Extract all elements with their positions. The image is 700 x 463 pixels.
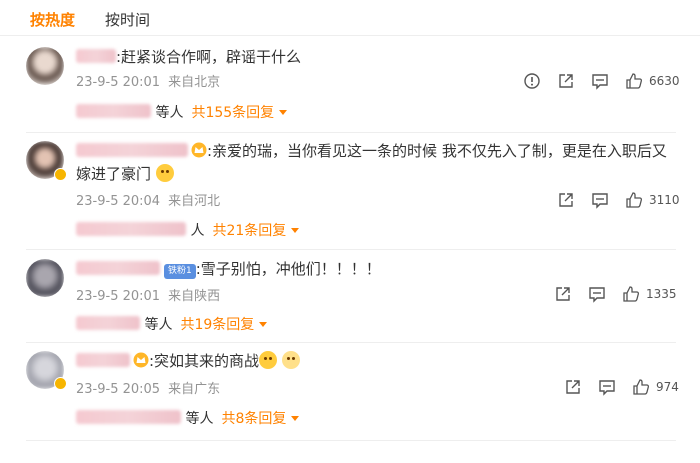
emoji-icon	[259, 351, 278, 369]
like-button[interactable]: 3110	[625, 191, 680, 209]
replier-blurred[interactable]	[76, 410, 181, 424]
like-button[interactable]: 6630	[625, 72, 680, 90]
comment-actions: 6630	[507, 71, 680, 91]
divider	[26, 440, 676, 441]
tab-by-popularity[interactable]: 按热度	[30, 9, 75, 30]
report-icon	[524, 73, 540, 89]
comment-text: :突如其来的商战	[76, 350, 300, 373]
reply-button[interactable]	[591, 72, 609, 90]
comment-time: 23-9-5 20:01	[76, 289, 161, 304]
comment-location: 来自广东	[168, 382, 221, 397]
share-icon	[556, 287, 570, 301]
reply-button[interactable]	[598, 378, 616, 396]
comment-actions: 974	[548, 377, 679, 397]
avatar[interactable]	[26, 259, 64, 297]
username-blurred[interactable]	[76, 143, 188, 157]
chevron-down-icon	[279, 110, 288, 115]
share-icon	[559, 74, 573, 88]
divider	[26, 249, 676, 250]
verified-badge	[54, 168, 67, 181]
comment-text-line2: 嫁进了豪门	[76, 163, 174, 186]
username-blurred[interactable]	[76, 261, 160, 275]
comment-icon	[589, 287, 605, 303]
comment-time: 23-9-5 20:01	[76, 75, 161, 90]
like-icon	[623, 286, 639, 302]
comment-meta: 23-9-5 20:04 来自河北	[76, 190, 220, 209]
share-icon	[566, 380, 580, 394]
like-count: 3110	[649, 193, 680, 207]
comment-meta: 23-9-5 20:05 来自广东	[76, 378, 220, 397]
share-button[interactable]	[557, 72, 575, 90]
emoji-icon	[281, 351, 300, 369]
comment-actions: 1335	[538, 284, 677, 304]
comment-location: 来自陕西	[168, 289, 221, 304]
reply-summary: 等人 共8条回复	[76, 408, 300, 428]
comment-text: 铁粉1:雪子别怕，冲他们！！！！	[76, 258, 381, 281]
comment-icon	[592, 74, 608, 90]
username-blurred[interactable]	[76, 49, 116, 63]
chevron-down-icon	[291, 228, 300, 233]
like-count: 6630	[649, 74, 680, 88]
comment-location: 来自北京	[168, 75, 221, 90]
fan-badge: 铁粉1	[164, 264, 196, 279]
comment-time: 23-9-5 20:05	[76, 382, 161, 397]
verified-badge	[54, 377, 67, 390]
view-replies-link[interactable]: 共8条回复	[221, 411, 300, 427]
like-button[interactable]: 1335	[622, 285, 677, 303]
like-icon	[626, 192, 642, 208]
crown-icon	[133, 352, 149, 368]
comment-location: 来自河北	[168, 194, 221, 209]
divider	[26, 342, 676, 343]
divider	[26, 132, 676, 133]
emoji-icon	[155, 164, 174, 182]
view-replies-link[interactable]: 共19条回复	[180, 317, 268, 333]
reply-summary: 等人 共19条回复	[76, 314, 268, 334]
avatar[interactable]	[26, 47, 64, 85]
comment-time: 23-9-5 20:04	[76, 194, 161, 209]
comment-meta: 23-9-5 20:01 来自北京	[76, 71, 220, 90]
view-replies-link[interactable]: 共155条回复	[191, 105, 288, 121]
like-count: 1335	[646, 287, 677, 301]
share-icon	[559, 193, 573, 207]
comment-icon	[592, 193, 608, 209]
replier-blurred[interactable]	[76, 316, 140, 330]
like-icon	[626, 73, 642, 89]
share-button[interactable]	[554, 285, 572, 303]
replier-blurred[interactable]	[76, 104, 151, 118]
reply-summary: 人共21条回复	[76, 220, 300, 240]
comment-actions: 3110	[541, 190, 680, 210]
report-button[interactable]	[523, 72, 541, 90]
comment-icon	[599, 380, 615, 396]
reply-button[interactable]	[588, 285, 606, 303]
sort-tabs: 按热度 按时间	[0, 0, 700, 36]
comment-text: :赶紧谈合作啊，辟谣干什么	[76, 46, 301, 69]
like-count: 974	[656, 380, 679, 394]
comment-text: :亲爱的瑞，当你看见这一条的时候 我不仅先入了制，更是在入职后又	[76, 140, 667, 163]
tab-by-time[interactable]: 按时间	[105, 9, 150, 30]
chevron-down-icon	[259, 322, 268, 327]
like-icon	[633, 379, 649, 395]
chevron-down-icon	[291, 416, 300, 421]
share-button[interactable]	[564, 378, 582, 396]
like-button[interactable]: 974	[632, 378, 679, 396]
reply-summary: 等人 共155条回复	[76, 102, 288, 122]
crown-icon	[191, 142, 207, 158]
share-button[interactable]	[557, 191, 575, 209]
reply-button[interactable]	[591, 191, 609, 209]
view-replies-link[interactable]: 共21条回复	[212, 223, 300, 239]
replier-blurred[interactable]	[76, 222, 186, 236]
comment-meta: 23-9-5 20:01 来自陕西	[76, 285, 220, 304]
username-blurred[interactable]	[76, 353, 130, 367]
